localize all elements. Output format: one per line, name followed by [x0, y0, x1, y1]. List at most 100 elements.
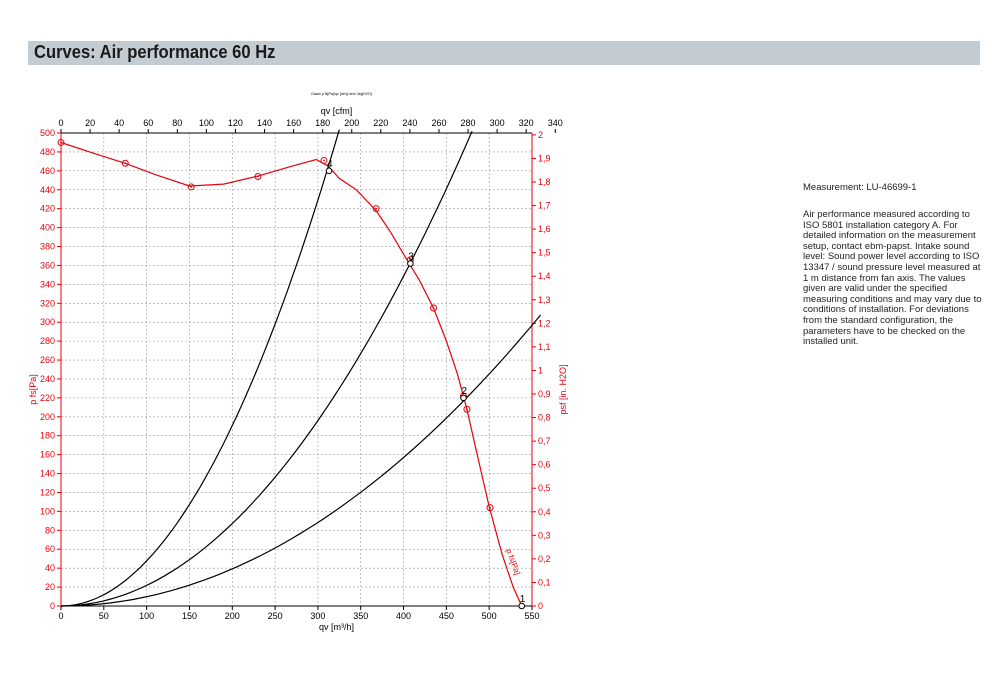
y-left-tick-label: 160	[40, 450, 55, 460]
fan-curve-label: p fs[Pa]	[504, 548, 522, 577]
y-left-tick-label: 100	[40, 506, 55, 516]
y-left-tick-label: 320	[40, 298, 55, 308]
y-right-tick-label: 0,2	[538, 554, 551, 564]
y-left-tick-label: 400	[40, 223, 55, 233]
y-left-tick-label: 280	[40, 336, 55, 346]
y-left-tick-label: 360	[40, 260, 55, 270]
y-left-tick-label: 0	[50, 601, 55, 611]
x-top-tick-label: 0	[58, 118, 63, 128]
fan-curve-marker-dot	[489, 506, 491, 509]
chart-labels: 0 50 100 150 200 250 300 350 400 450 500 5500 20 40 60…	[28, 92, 568, 632]
measurement-id: Measurement: LU-46699-1	[803, 182, 917, 193]
y-left-tick-label: 260	[40, 355, 55, 365]
system-curve	[60, 131, 473, 607]
y-right-tick-label: 0,4	[538, 507, 551, 517]
x-bottom-tick-label: 0	[58, 611, 63, 621]
fan-curve-marker-dot	[124, 162, 127, 165]
x-bottom-tick-label: 400	[396, 611, 411, 621]
fan-curve	[60, 141, 523, 607]
y-right-tick-label: 1,4	[538, 271, 551, 281]
chart-axes	[57, 129, 556, 610]
y-left-tick-label: 500	[40, 128, 55, 138]
y-right-tick-label: 2	[538, 130, 543, 140]
x-bottom-tick-label: 350	[353, 611, 368, 621]
y-right-tick-label: 1	[538, 365, 543, 375]
x-bottom-tick-label: 500	[482, 611, 497, 621]
x-top-tick-label: 220	[373, 118, 388, 128]
y-left-tick-label: 340	[40, 279, 55, 289]
y-right-tick-label: 1,2	[538, 318, 551, 328]
y-right-tick-label: 1,8	[538, 177, 551, 187]
y-left-tick-label: 240	[40, 374, 55, 384]
operating-point-label: 1	[520, 594, 526, 605]
y-left-tick-label: 40	[45, 563, 55, 573]
y-left-tick-label: 220	[40, 393, 55, 403]
y-right-tick-label: 1,3	[538, 295, 551, 305]
x-top-tick-label: 20	[85, 118, 95, 128]
fan-curve-marker-dot	[323, 159, 325, 162]
x-top-tick-label: 320	[519, 118, 534, 128]
x-top-tick-label: 260	[431, 118, 446, 128]
x-top-tick-label: 140	[257, 118, 272, 128]
x-bottom-tick-label: 300	[310, 611, 325, 621]
chart-grid	[61, 133, 532, 606]
x-top-tick-label: 60	[143, 118, 153, 128]
measurement-description: Air performance measured according to IS…	[803, 209, 982, 348]
y-left-tick-label: 440	[40, 185, 55, 195]
fan-curve-marker-dot	[190, 186, 193, 188]
x-bottom-tick-label: 50	[99, 611, 109, 621]
y-right-tick-label: 0,1	[538, 577, 551, 587]
y-left-tick-label: 420	[40, 204, 55, 214]
y-left-tick-label: 180	[40, 431, 55, 441]
x-top-tick-label: 280	[461, 118, 476, 128]
fan-curve-marker-dot	[432, 307, 435, 309]
x-top-tick-label: 180	[315, 118, 330, 128]
x-top-tick-label: 120	[228, 118, 243, 128]
x-top-tick-label: 40	[114, 118, 124, 128]
tiny-chart-caption: Daalo p fs[Pa]/qv [cfm]/ and ,fsq[H2O]	[311, 92, 371, 96]
chart-curves	[57, 129, 542, 610]
x-top-tick-label: 300	[490, 118, 505, 128]
y-right-tick-label: 1,1	[538, 342, 551, 352]
operating-point-label: 2	[461, 386, 467, 397]
x-bottom-tick-label: 150	[182, 611, 197, 621]
y-right-tick-label: 0,6	[538, 460, 551, 470]
y-right-tick-label: 0,5	[538, 483, 551, 493]
y-right-tick-label: 0,7	[538, 436, 551, 446]
x-top-tick-label: 240	[402, 118, 417, 128]
x-bottom-tick-label: 450	[439, 611, 454, 621]
y-left-tick-label: 380	[40, 242, 55, 252]
y-left-tick-label: 20	[45, 582, 55, 592]
x-bottom-tick-label: 550	[524, 611, 539, 621]
y-right-tick-label: 1,6	[538, 224, 551, 234]
fan-curve-marker-dot	[257, 175, 259, 178]
y-left-tick-label: 120	[40, 487, 55, 497]
y-left-tick-label: 80	[45, 525, 55, 535]
y-left-tick-label: 460	[40, 166, 55, 176]
y-right-tick-label: 0,8	[538, 413, 551, 423]
y-right-tick-label: 0,3	[538, 530, 551, 540]
y-left-tick-label: 60	[45, 544, 55, 554]
x-top-tick-label: 200	[344, 118, 359, 128]
x-bottom-tick-label: 200	[225, 611, 240, 621]
y-right-axis-label: psf [in. H2O]	[558, 364, 568, 414]
y-right-tick-label: 0,9	[538, 389, 551, 399]
x-top-tick-label: 160	[286, 118, 301, 128]
operating-point-label: 3	[408, 252, 414, 263]
x-top-tick-label: 340	[548, 118, 563, 128]
y-left-tick-label: 200	[40, 412, 55, 422]
y-right-tick-label: 1,9	[538, 153, 551, 163]
fan-curve-marker-dot	[375, 207, 378, 210]
y-right-tick-label: 1,5	[538, 248, 551, 258]
x-bottom-tick-label: 100	[139, 611, 154, 621]
x-bottom-tick-label: 250	[268, 611, 283, 621]
y-left-tick-label: 480	[40, 147, 55, 157]
x-bottom-axis-label: qv [m³/h]	[319, 622, 354, 632]
fan-curve-marker-dot	[60, 141, 62, 144]
y-right-tick-label: 1,7	[538, 201, 551, 211]
y-left-tick-label: 300	[40, 317, 55, 327]
fan-curve-marker-dot	[466, 408, 468, 411]
system-curve	[60, 314, 542, 607]
y-right-tick-label: 0	[538, 601, 543, 611]
x-top-tick-label: 80	[172, 118, 182, 128]
